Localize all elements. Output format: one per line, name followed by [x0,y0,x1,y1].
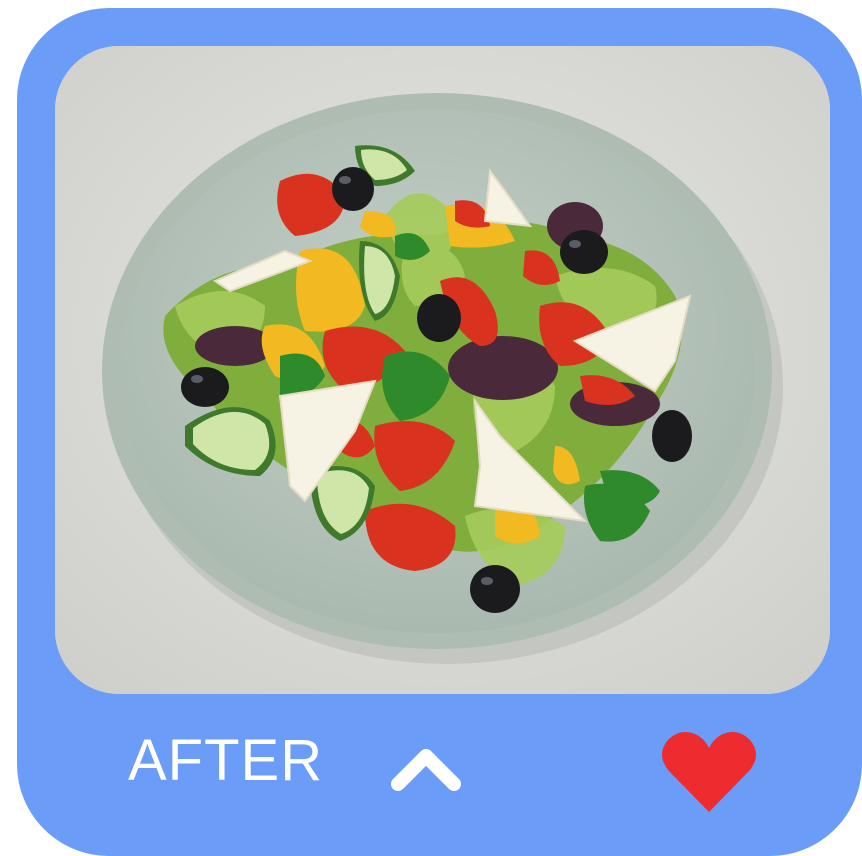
heart-icon[interactable] [662,730,756,814]
chevron-up-icon[interactable] [390,742,462,792]
after-label: AFTER [128,728,324,793]
photo-card: AFTER [17,8,862,856]
salad-photo [55,46,830,694]
